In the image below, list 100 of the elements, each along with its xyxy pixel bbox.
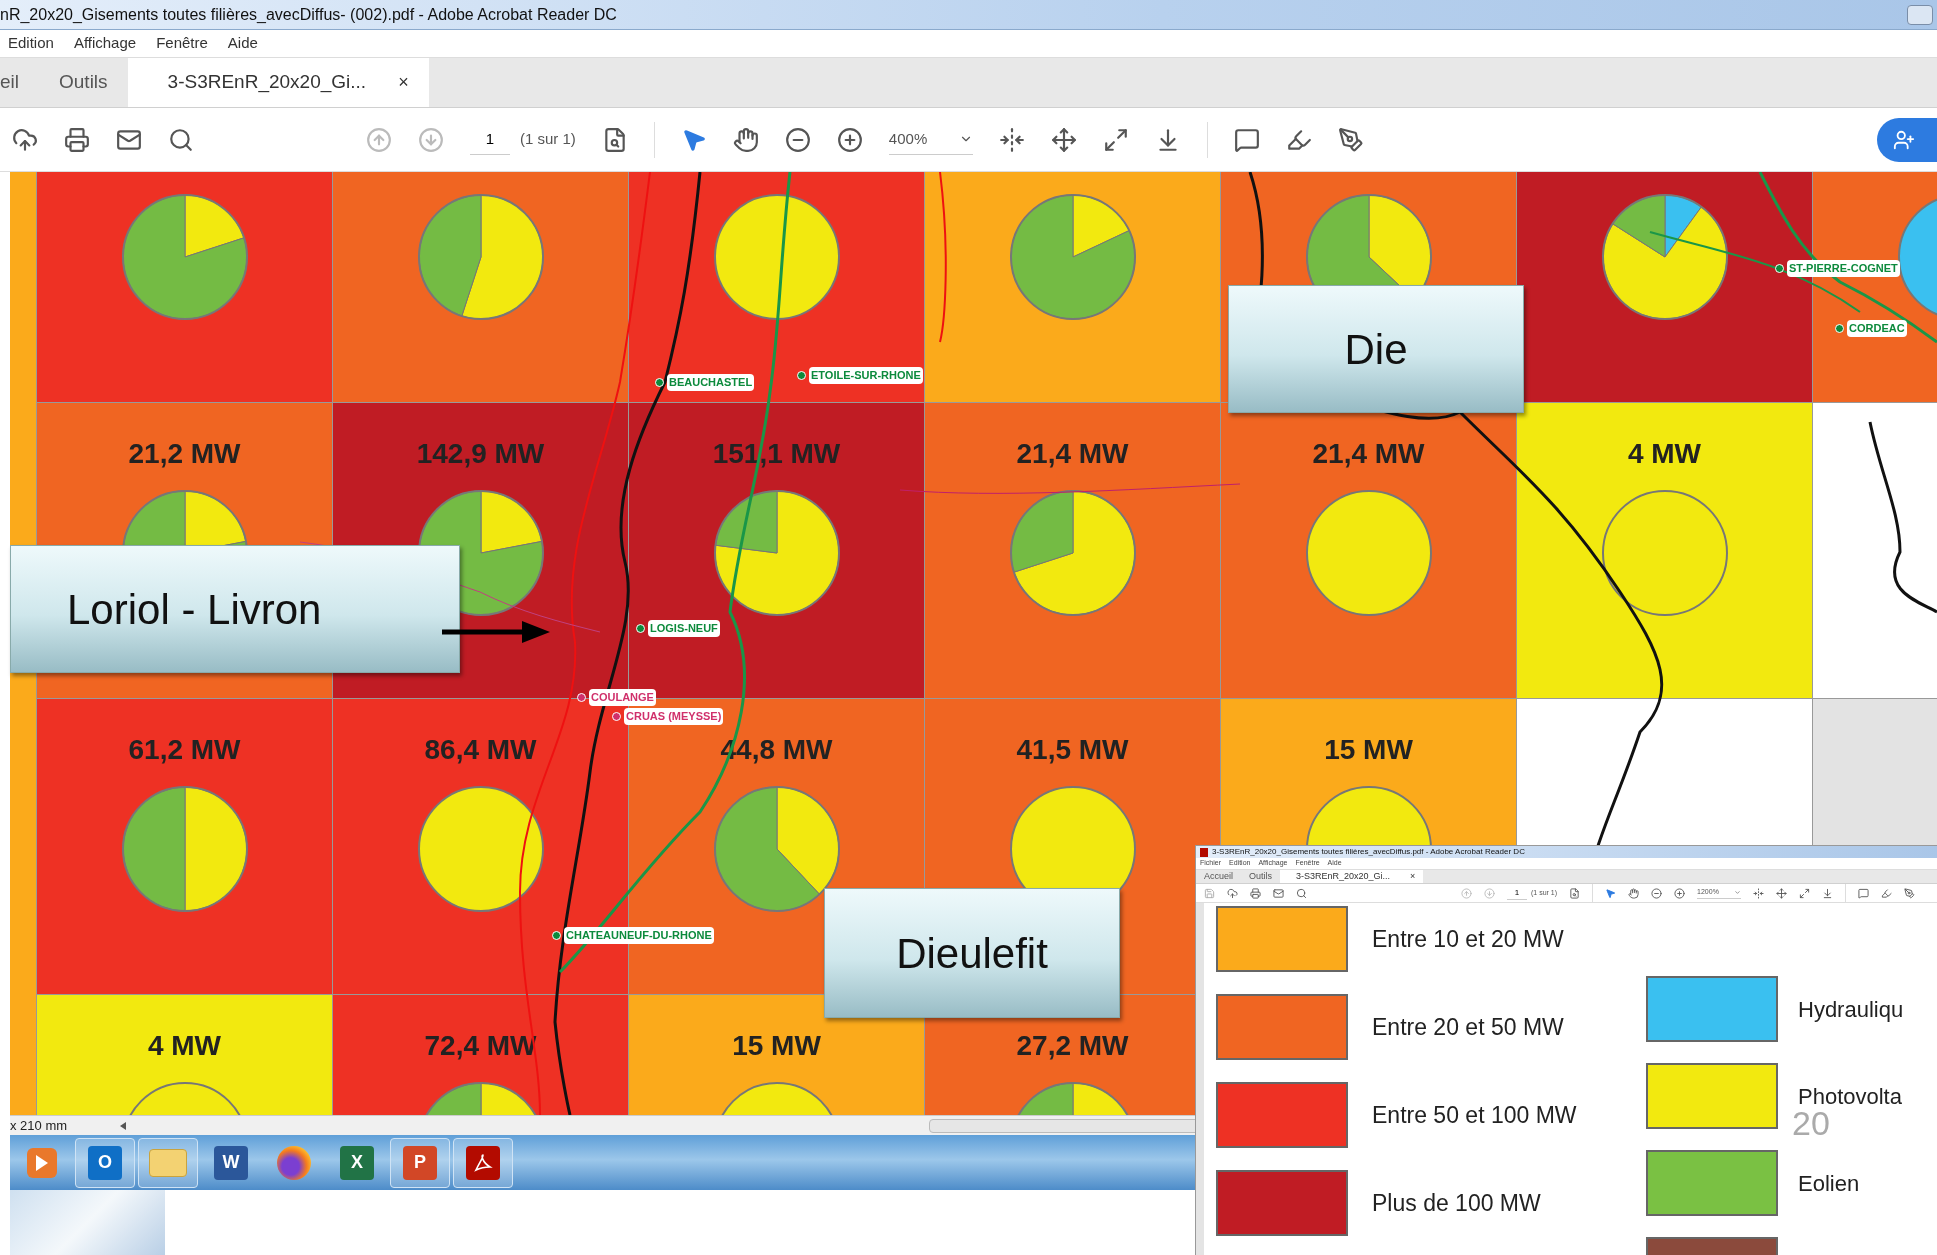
tab-close-button[interactable]: × [1410,869,1416,883]
folder-icon [149,1148,187,1177]
taskbar-button[interactable]: W [201,1137,261,1188]
tab-label: 3-S3REnR_20x20_Gi... [166,70,368,95]
menu-item[interactable]: Fenêtre [156,32,208,55]
full-screen-icon[interactable] [1799,887,1811,899]
arrow-icon [442,621,550,643]
tab-label: eil [0,70,19,95]
fit-page-icon[interactable] [1776,887,1788,899]
hand-icon[interactable] [732,126,759,153]
callout-box: Dieulefit [824,888,1120,1018]
document-tab[interactable]: eil [0,58,39,107]
add-user-icon [1893,128,1915,151]
menu-item[interactable]: Aide [227,32,258,55]
legend-label: Plus de 100 MW [1372,1188,1541,1218]
scroll-mode-icon[interactable] [1822,887,1834,899]
taskbar-button[interactable]: O [75,1137,135,1188]
upload-icon[interactable] [1227,887,1238,899]
zoom-dropdown[interactable]: 400% [888,123,973,156]
power-label: 27,2 MW [1016,1031,1129,1061]
presentation-app-icon: P [403,1145,437,1180]
print-icon[interactable] [64,126,90,153]
fit-page-icon[interactable] [1050,126,1077,153]
tab-label: Outils [59,70,108,95]
power-label: 61,2 MW [128,735,241,765]
power-label: 142,9 MW [416,439,545,469]
minimize-button[interactable] [1907,4,1933,25]
place-label: BEAUCHASTEL [667,374,755,391]
power-label: 72,4 MW [424,1031,537,1061]
hand-icon[interactable] [1628,887,1640,899]
legend-label: Entre 20 et 50 MW [1372,1012,1564,1042]
page-search-icon[interactable] [1569,887,1581,899]
callout-box: Die [1228,285,1524,413]
document-app-icon: W [214,1145,248,1180]
power-label: 86,4 MW [424,735,537,765]
power-label: 15 MW [732,1031,821,1061]
page-count: (1 sur 1) [520,129,576,150]
comment-icon[interactable] [1858,887,1870,899]
full-screen-icon[interactable] [1102,126,1129,153]
document-tab[interactable]: Outils [39,58,128,107]
document-tab[interactable]: 3-S3REnR_20x20_Gi... × [127,58,429,107]
place-label: LOGIS-NEUF [648,620,720,637]
search-icon[interactable] [1296,887,1307,899]
power-label: 4 MW [147,1031,222,1061]
place-label: CORDEAC [1847,320,1907,337]
power-label: 41,5 MW [1016,735,1129,765]
comment-icon[interactable] [1233,126,1260,153]
menu-item[interactable]: Affichage [73,32,137,55]
fit-width-icon[interactable] [998,126,1025,153]
place-label: CHATEAUNEUF-DU-RHONE [564,927,714,944]
legend-label: Entre 10 et 20 MW [1372,924,1564,954]
tab-label: Accueil [1204,869,1233,883]
cursor-icon[interactable] [1605,887,1617,899]
highlighter-icon[interactable] [1881,887,1893,899]
taskbar-button[interactable]: X [327,1137,387,1188]
mail-icon[interactable] [1273,887,1284,899]
page-size: x 210 mm [10,1116,69,1135]
mail-app-icon: O [88,1145,122,1180]
taskbar-button[interactable] [453,1137,513,1188]
tab-close-button[interactable]: × [398,69,409,96]
taskbar-button[interactable]: P [390,1137,450,1188]
callout-box: Loriol - Livron [10,545,460,673]
menu-item[interactable]: Edition [8,32,54,55]
place-label: COULANGE [589,689,656,706]
window-title: nR_20x20_Gisements toutes filières_avecDiffus- (002).pdf - Adobe Acrobat Reader DC [0,4,617,25]
share-button[interactable] [1877,117,1937,162]
window-title: 3-S3REnR_20x20_Gisements toutes filières_avecDiffus.pdf - Adobe Acrobat Reader DC [1212,846,1525,858]
zoom-in-icon[interactable] [1674,887,1686,899]
page-number-field[interactable]: 1 [1507,886,1527,900]
search-icon[interactable] [168,126,194,153]
page-number-field[interactable]: 1 [470,123,510,156]
power-label: 21,2 MW [128,439,241,469]
power-label: 15 MW [1324,735,1413,765]
spreadsheet-app-icon: X [340,1145,374,1180]
zoom-out-icon[interactable] [1651,887,1663,899]
place-label: ST-PIERRE-COGNET [1787,260,1900,277]
scroll-left-icon[interactable] [120,1121,126,1130]
play-icon [27,1147,57,1178]
fit-width-icon[interactable] [1753,887,1765,899]
zoom-out-icon[interactable] [784,126,811,153]
sign-icon[interactable] [1904,887,1916,899]
place-label: CRUAS (MEYSSE) [624,708,724,725]
document-tab[interactable]: Accueil [1196,869,1241,883]
tab-label: 3-S3REnR_20x20_Gi... [1295,869,1392,883]
legend-label: Eolien [1798,1169,1860,1198]
upload-icon[interactable] [12,126,38,153]
power-label: 21,4 MW [1312,439,1425,469]
tab-label: Outils [1249,869,1273,883]
caret-icon [1734,889,1742,896]
document-tab[interactable]: Outils [1241,869,1281,883]
print-icon[interactable] [1250,887,1261,899]
power-label: 4 MW [1627,439,1702,469]
pdf-app-icon [1200,847,1208,857]
power-label: 21,4 MW [1016,439,1129,469]
place-label: ETOILE-SUR-RHONE [809,367,923,384]
sign-icon[interactable] [1337,126,1364,153]
pdf-app-icon [466,1145,500,1180]
browser-icon [277,1145,311,1180]
zoom-in-icon[interactable] [836,126,863,153]
legend-label: Entre 50 et 100 MW [1372,1100,1577,1130]
